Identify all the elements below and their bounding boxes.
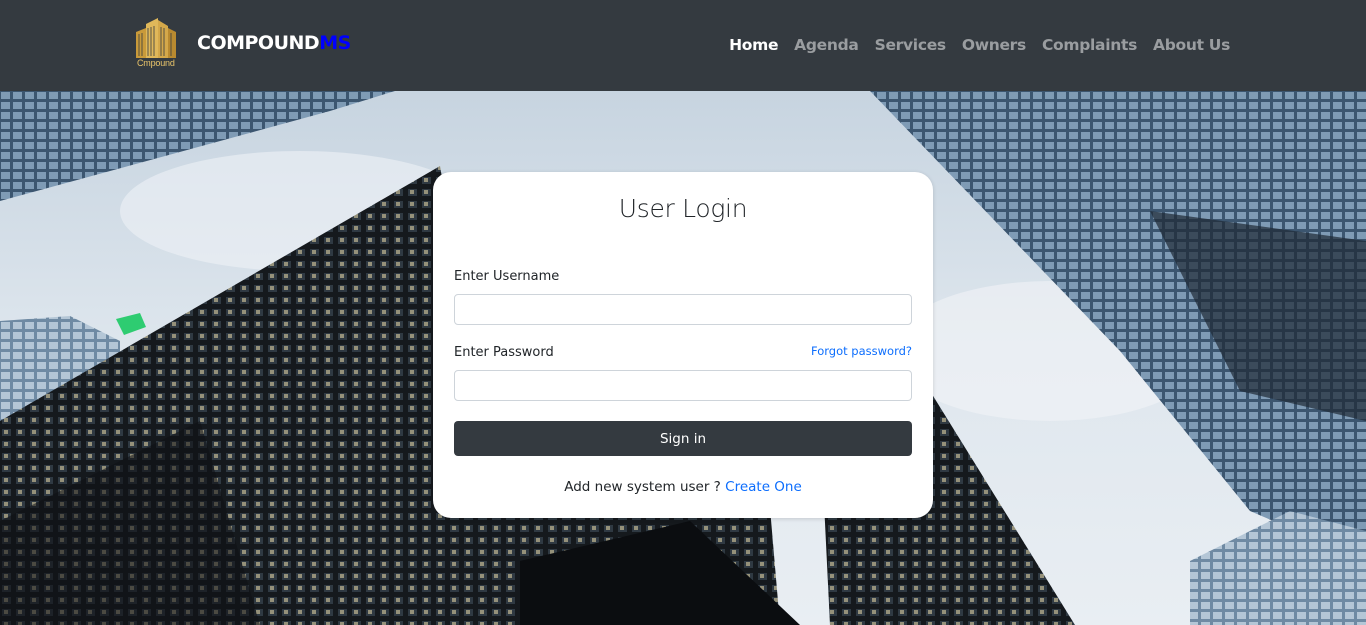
nav-menu: Home Agenda Services Owners Complaints A…	[721, 35, 1238, 55]
login-card: User Login Enter Username Enter Password…	[433, 172, 933, 518]
brand-link[interactable]: Cmpound COMPOUNDMS	[134, 18, 351, 70]
nav-link-services[interactable]: Services	[867, 36, 954, 54]
brand-main-text: COMPOUND	[197, 32, 320, 54]
username-label: Enter Username	[454, 269, 560, 284]
username-input[interactable]	[454, 294, 912, 325]
nav-link-home[interactable]: Home	[721, 36, 786, 54]
nav-link-agenda[interactable]: Agenda	[786, 36, 866, 54]
building-logo-icon: Cmpound	[134, 18, 178, 70]
create-one-link[interactable]: Create One	[725, 479, 802, 495]
brand-name: COMPOUNDMS	[197, 32, 351, 54]
password-label: Enter Password	[454, 345, 554, 360]
brand-accent-text: MS	[319, 32, 351, 54]
login-title: User Login	[618, 194, 748, 223]
create-user-prompt: Add new system user ? Create One	[433, 479, 933, 495]
forgot-password-link[interactable]: Forgot password?	[811, 344, 912, 358]
sign-in-button[interactable]: Sign in	[454, 421, 912, 456]
top-navbar: Cmpound COMPOUNDMS Home Agenda Services …	[0, 0, 1366, 91]
create-user-text: Add new system user ?	[564, 479, 721, 495]
nav-link-complaints[interactable]: Complaints	[1034, 36, 1145, 54]
password-input[interactable]	[454, 370, 912, 401]
nav-link-owners[interactable]: Owners	[954, 36, 1034, 54]
nav-link-about-us[interactable]: About Us	[1145, 36, 1238, 54]
logo-caption: Cmpound	[137, 58, 175, 68]
